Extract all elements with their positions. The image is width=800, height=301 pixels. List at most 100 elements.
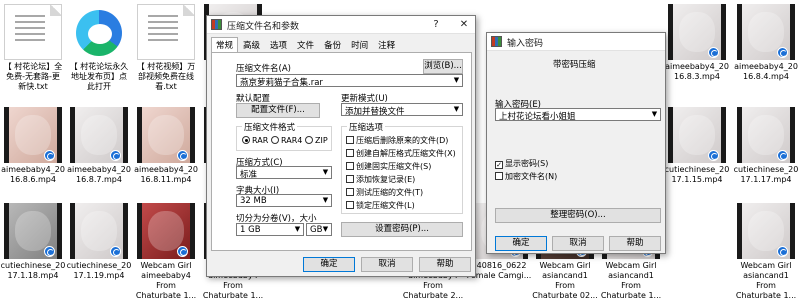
archive-name-label: 压缩文件名(A) bbox=[236, 64, 291, 74]
test-archive-checkbox[interactable]: 测试压缩的文件(T) bbox=[346, 187, 423, 198]
video-thumbnail bbox=[737, 203, 795, 259]
video-thumbnail bbox=[4, 203, 62, 259]
help-button[interactable]: 帮助 bbox=[419, 257, 471, 272]
encrypt-names-checkbox[interactable]: 加密文件名(N) bbox=[495, 171, 557, 182]
file-name: aimeebaby4_20 16.8.6.mp4 bbox=[1, 165, 65, 184]
chevron-down-icon[interactable]: ▼ bbox=[451, 104, 462, 115]
tab-backup[interactable]: 备份 bbox=[319, 37, 346, 51]
chevron-down-icon[interactable]: ▼ bbox=[649, 109, 660, 120]
file-item[interactable]: Webcam Girl aimeebaby4 From Chaturbate 1… bbox=[133, 203, 199, 301]
file-name: 【 村花论坛永久 地址发布页】点 此打开 bbox=[69, 62, 129, 91]
dialog-titlebar: 压缩文件名和参数 ? ✕ bbox=[207, 16, 475, 34]
video-thumbnail bbox=[737, 107, 795, 163]
password-cancel-button[interactable]: 取消 bbox=[552, 236, 604, 251]
file-item[interactable]: Webcam Girl asiancand1 From Chaturbate 1… bbox=[733, 203, 799, 301]
sync-status-icon bbox=[177, 150, 188, 161]
chevron-down-icon[interactable]: ▼ bbox=[451, 75, 462, 86]
video-thumbnail bbox=[137, 203, 195, 259]
set-password-button[interactable]: 设置密码(P)... bbox=[341, 222, 463, 237]
password-input[interactable]: 上村花论坛看小姐姐 ▼ bbox=[495, 108, 661, 121]
file-name: Webcam Girl asiancand1 From Chaturbate 0… bbox=[532, 261, 598, 300]
show-password-checkbox[interactable]: ✓ 显示密码(S) bbox=[495, 158, 548, 169]
chevron-down-icon[interactable]: ▼ bbox=[292, 224, 303, 235]
file-name: Webcam Girl aimeebaby4 From Chaturbate 1… bbox=[135, 261, 197, 300]
video-thumbnail bbox=[70, 203, 128, 259]
password-dialog: 输入密码 带密码压缩 输入密码(E) 上村花论坛看小姐姐 ▼ ✓ 显示密码(S) … bbox=[486, 32, 666, 254]
tab-comment[interactable]: 注释 bbox=[373, 37, 400, 51]
file-name: 【 村花论坛】全 免费-无套路-更 新快.txt bbox=[3, 62, 63, 91]
sync-status-icon bbox=[777, 150, 788, 161]
password-value: 上村花论坛看小姐姐 bbox=[499, 112, 576, 121]
organize-passwords-button[interactable]: 整理密码(O)... bbox=[495, 208, 661, 223]
file-item[interactable]: aimeebaby4_20 16.8.4.mp4 bbox=[733, 4, 799, 82]
checkbox-icon bbox=[346, 162, 354, 170]
checkbox-icon bbox=[346, 149, 354, 157]
winrar-app-icon bbox=[491, 36, 502, 47]
method-select[interactable]: 标准 ▼ bbox=[236, 166, 332, 179]
browse-button[interactable]: 浏览(B)... bbox=[423, 59, 463, 74]
format-zip-radio[interactable]: ZIP bbox=[305, 136, 328, 145]
file-item[interactable]: aimeebaby4_20 16.8.7.mp4 bbox=[66, 107, 132, 185]
archive-name-dialog: 压缩文件名和参数 ? ✕ 常规 高级 选项 文件 备份 时间 注释 压缩文件名(… bbox=[206, 15, 476, 277]
update-mode-select[interactable]: 添加并替换文件 ▼ bbox=[341, 103, 463, 116]
checkbox-icon bbox=[346, 201, 354, 209]
video-thumbnail bbox=[668, 107, 726, 163]
close-icon[interactable]: ✕ bbox=[453, 17, 475, 33]
file-item[interactable]: 【 村花视频】万 部视频免费在线 看.txt bbox=[133, 4, 199, 92]
update-mode-value: 添加并替换文件 bbox=[345, 107, 405, 116]
file-name: cutiechinese_20 17.1.15.mp4 bbox=[664, 165, 730, 184]
file-item[interactable]: 【 村花论坛永久 地址发布页】点 此打开 bbox=[66, 4, 132, 92]
sync-status-icon bbox=[110, 150, 121, 161]
file-item[interactable]: aimeebaby4_20 16.8.11.mp4 bbox=[133, 107, 199, 185]
checkbox-icon bbox=[346, 188, 354, 196]
chevron-down-icon[interactable]: ▼ bbox=[320, 167, 331, 178]
recovery-record-checkbox[interactable]: 添加恢复记录(E) bbox=[346, 174, 415, 185]
file-item[interactable]: 【 村花论坛】全 免费-无套路-更 新快.txt bbox=[0, 4, 66, 92]
chevron-down-icon[interactable]: ▼ bbox=[320, 195, 331, 206]
split-unit-select[interactable]: GB ▼ bbox=[306, 223, 332, 236]
lock-archive-checkbox[interactable]: 锁定压缩文件(L) bbox=[346, 200, 415, 211]
sync-status-icon bbox=[44, 246, 55, 257]
file-name: aimeebaby4_20 16.8.7.mp4 bbox=[67, 165, 131, 184]
format-rar-radio[interactable]: RAR bbox=[242, 136, 268, 145]
ok-button[interactable]: 确定 bbox=[303, 257, 355, 272]
tab-general[interactable]: 常规 bbox=[211, 37, 239, 53]
file-item[interactable]: cutiechinese_20 17.1.19.mp4 bbox=[66, 203, 132, 281]
file-name: 【 村花视频】万 部视频免费在线 看.txt bbox=[136, 62, 196, 91]
dict-select[interactable]: 32 MB ▼ bbox=[236, 194, 332, 207]
file-item[interactable]: cutiechinese_20 17.1.15.mp4 bbox=[664, 107, 730, 185]
tab-advanced[interactable]: 高级 bbox=[238, 37, 265, 51]
sync-status-icon bbox=[708, 47, 719, 58]
video-thumbnail bbox=[668, 4, 726, 60]
sync-status-icon bbox=[44, 150, 55, 161]
profiles-button[interactable]: 配置文件(F)... bbox=[236, 103, 320, 118]
format-group-title: 压缩文件格式 bbox=[242, 121, 298, 133]
password-ok-button[interactable]: 确定 bbox=[495, 236, 547, 251]
chevron-down-icon[interactable]: ▼ bbox=[320, 224, 331, 235]
file-item[interactable]: aimeebaby4_20 16.8.6.mp4 bbox=[0, 107, 66, 185]
file-name: aimeebaby4_20 16.8.3.mp4 bbox=[665, 62, 729, 81]
split-size-select[interactable]: 1 GB ▼ bbox=[236, 223, 304, 236]
file-item[interactable]: aimeebaby4_20 16.8.3.mp4 bbox=[664, 4, 730, 82]
format-rar4-radio[interactable]: RAR4 bbox=[271, 136, 302, 145]
cancel-button[interactable]: 取消 bbox=[361, 257, 413, 272]
checkbox-icon bbox=[495, 172, 503, 180]
video-thumbnail bbox=[4, 107, 62, 163]
password-heading: 带密码压缩 bbox=[553, 60, 596, 70]
file-item[interactable]: cutiechinese_20 17.1.17.mp4 bbox=[733, 107, 799, 185]
sync-status-icon bbox=[777, 246, 788, 257]
delete-after-checkbox[interactable]: 压缩后删除原来的文件(D) bbox=[346, 135, 448, 146]
tab-time[interactable]: 时间 bbox=[346, 37, 373, 51]
file-item[interactable]: cutiechinese_20 17.1.18.mp4 bbox=[0, 203, 66, 281]
video-thumbnail bbox=[137, 107, 195, 163]
tab-files[interactable]: 文件 bbox=[292, 37, 319, 51]
text-file-icon bbox=[137, 4, 195, 60]
solid-checkbox[interactable]: 创建固实压缩文件(S) bbox=[346, 161, 431, 172]
tab-options[interactable]: 选项 bbox=[265, 37, 292, 51]
text-file-icon bbox=[4, 4, 62, 60]
dialog-tabs: 常规 高级 选项 文件 备份 时间 注释 bbox=[211, 37, 400, 53]
archive-name-input[interactable]: 燕京萝莉猫子合集.rar ▼ bbox=[236, 74, 463, 87]
password-help-button[interactable]: 帮助 bbox=[609, 236, 661, 251]
help-icon[interactable]: ? bbox=[425, 17, 447, 33]
sfx-checkbox[interactable]: 创建自解压格式压缩文件(X) bbox=[346, 148, 456, 159]
